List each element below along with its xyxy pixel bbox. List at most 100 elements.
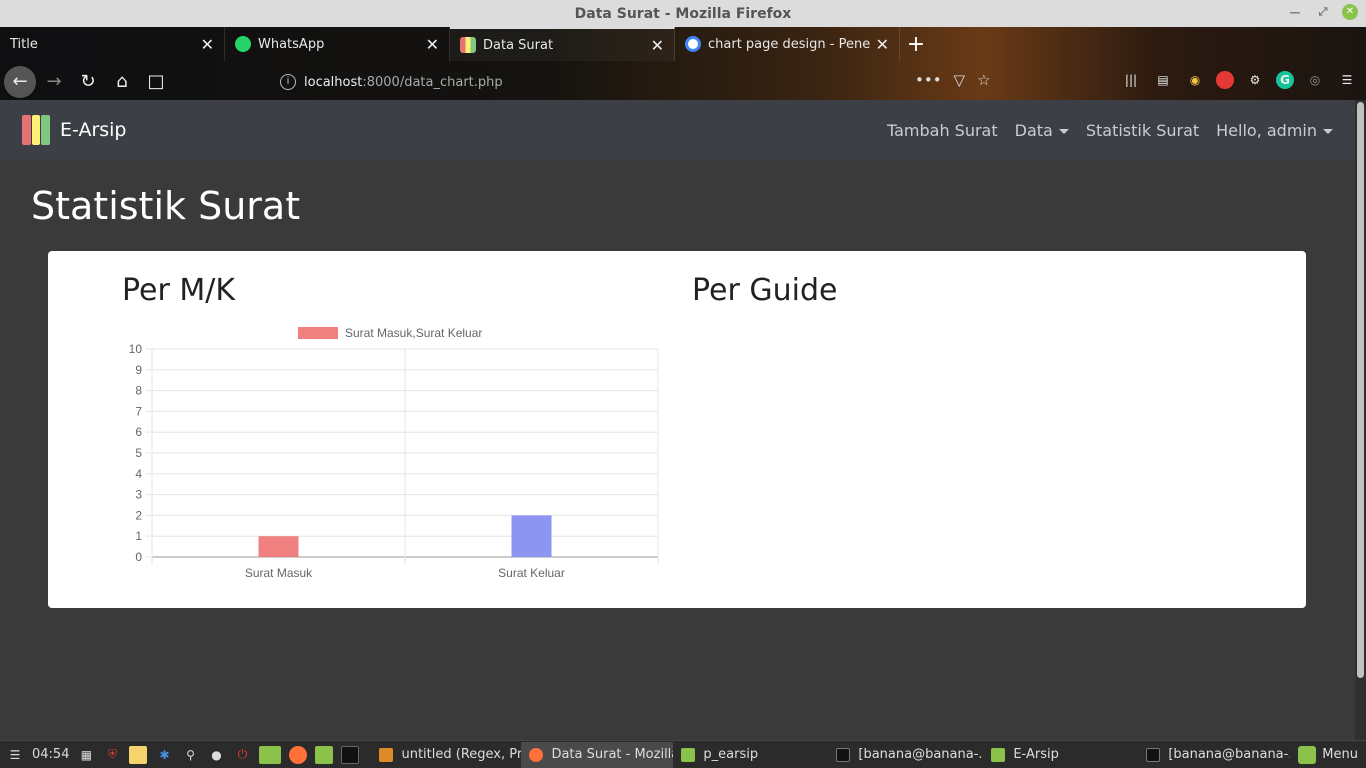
terminal-launcher-icon[interactable] [341, 745, 360, 764]
y-tick-label: 8 [135, 384, 142, 398]
keyboard-icon[interactable]: ▦ [77, 746, 95, 764]
brand-link[interactable]: E-Arsip [60, 119, 127, 141]
binders-logo-icon [22, 115, 51, 145]
nav-toolbar: ← → ↻ ⌂ □ i localhost:8000/data_chart.ph… [0, 63, 1366, 100]
tab-label: Data Surat [483, 37, 554, 53]
legend-label: Surat Masuk,Surat Keluar [345, 326, 482, 340]
clock[interactable]: 04:54 [32, 747, 69, 762]
close-window-icon[interactable]: ✕ [1342, 4, 1358, 20]
reload-button[interactable]: ↻ [72, 66, 104, 98]
tab-close-icon[interactable]: ✕ [201, 35, 214, 54]
sidebar-icon[interactable]: ▤ [1152, 69, 1174, 91]
nav-statistik-surat[interactable]: Statistik Surat [1086, 121, 1199, 140]
new-tab-button[interactable]: + [900, 27, 932, 61]
tab-google-search[interactable]: chart page design - Penelusur ✕ [675, 27, 900, 61]
extension-icons: ||| ▤ ◉ ⚙ G ◎ ☰ [1120, 69, 1358, 91]
tab-title[interactable]: Title ✕ [0, 27, 225, 61]
tab-label: WhatsApp [258, 36, 325, 52]
task-label: E-Arsip [1013, 747, 1059, 762]
nav-tambah-surat[interactable]: Tambah Surat [887, 121, 998, 140]
notes-icon[interactable] [129, 745, 148, 764]
pocket-icon[interactable]: ▽ [954, 71, 966, 89]
extension-cat-icon[interactable]: ◉ [1184, 69, 1206, 91]
tab-data-surat[interactable]: Data Surat ✕ [450, 27, 675, 61]
firefox-icon [529, 747, 544, 762]
window-title: Data Surat - Mozilla Firefox [574, 5, 792, 22]
scrollbar-thumb[interactable] [1357, 102, 1364, 678]
info-icon[interactable]: i [280, 74, 296, 90]
section-title-mk: Per M/K [122, 273, 236, 308]
window-controls: — ⤢ ✕ [1286, 4, 1358, 20]
globe-icon[interactable]: ◎ [1304, 69, 1326, 91]
page-actions-icon[interactable]: ••• [915, 71, 942, 89]
y-tick-label: 4 [135, 467, 142, 481]
show-desktop-icon[interactable] [259, 745, 282, 764]
caret-down-icon [1058, 128, 1069, 134]
wifi-icon[interactable]: ☰ [6, 746, 24, 764]
task-e-arsip[interactable]: E-Arsip [983, 742, 1138, 768]
start-menu-button[interactable]: Menu [1290, 745, 1366, 764]
bookmark-star-icon[interactable]: ☆ [977, 71, 990, 89]
tab-close-icon[interactable]: ✕ [426, 35, 439, 54]
maximize-icon[interactable]: ⤢ [1314, 5, 1332, 19]
y-tick-label: 5 [135, 446, 142, 460]
grammarly-icon[interactable]: G [1276, 71, 1294, 89]
task-firefox[interactable]: Data Surat - Mozilla... [521, 741, 674, 768]
home-button[interactable]: ⌂ [106, 66, 138, 98]
app-navbar: E-Arsip Tambah Surat Data Statistik Sura… [0, 100, 1355, 160]
tab-label: chart page design - Penelusur [708, 36, 870, 52]
nav-user-label: Hello, admin [1216, 120, 1317, 140]
task-label: untitled (Regex, Proj... [401, 747, 522, 762]
nav-data-dropdown[interactable]: Data [1015, 121, 1069, 140]
window-titlebar: Data Surat - Mozilla Firefox — ⤢ ✕ [0, 0, 1366, 27]
task-terminal-2[interactable]: [banana@banana-... [1138, 742, 1290, 768]
tab-close-icon[interactable]: ✕ [651, 36, 664, 55]
url-bar[interactable]: i localhost:8000/data_chart.php [272, 68, 972, 96]
firefox-launcher-icon[interactable] [289, 745, 308, 764]
sublime-icon [379, 747, 394, 762]
bar [511, 515, 552, 557]
system-tray: ☰ 04:54 ▦ ⛨ ✱ ⚲ ● ⏻ [0, 745, 360, 764]
bar [258, 536, 299, 557]
settings-extension-icon[interactable]: ⚙ [1244, 69, 1266, 91]
tab-whatsapp[interactable]: WhatsApp ✕ [225, 27, 450, 61]
files-launcher-icon[interactable] [315, 745, 334, 764]
task-label: Data Surat - Mozilla... [551, 747, 673, 762]
location-icon[interactable]: ⚲ [181, 746, 199, 764]
task-p-earsip[interactable]: p_earsip [673, 742, 828, 768]
bluetooth-icon[interactable]: ✱ [155, 746, 173, 764]
ublock-icon[interactable] [1216, 71, 1234, 89]
nav-user-dropdown[interactable]: Hello, admin [1216, 121, 1333, 140]
menu-label: Menu [1322, 747, 1358, 762]
legend-swatch [298, 327, 338, 339]
library-icon[interactable]: ||| [1120, 69, 1142, 91]
back-button[interactable]: ← [4, 65, 36, 98]
task-terminal-1[interactable]: [banana@banana-... [828, 742, 983, 768]
page-scrollbar[interactable] [1355, 100, 1366, 740]
hamburger-menu-icon[interactable]: ☰ [1336, 69, 1358, 91]
url-actions: ••• ▽ ☆ [915, 71, 991, 89]
y-tick-label: 3 [135, 488, 142, 502]
section-title-guide: Per Guide [692, 273, 838, 308]
user-icon[interactable]: ● [207, 746, 225, 764]
forward-button[interactable]: → [38, 66, 70, 98]
page-title: Statistik Surat [31, 184, 301, 228]
tab-close-icon[interactable]: ✕ [876, 35, 889, 54]
save-page-icon[interactable]: □ [140, 66, 172, 98]
task-sublime[interactable]: untitled (Regex, Proj... [371, 742, 521, 768]
terminal-icon [1146, 747, 1161, 762]
bar-chart: Surat Masuk,Surat Keluar 0 1 2 3 4 5 6 7 8 9 10 Sura… [129, 326, 659, 580]
whatsapp-icon [235, 36, 251, 52]
tab-strip: Title ✕ WhatsApp ✕ Data Surat ✕ chart pa… [0, 27, 932, 61]
power-icon[interactable]: ⏻ [233, 746, 251, 764]
binders-icon [460, 37, 476, 53]
mint-logo-icon [1298, 745, 1317, 764]
browser-chrome: Title ✕ WhatsApp ✕ Data Surat ✕ chart pa… [0, 27, 1366, 100]
folder-icon [681, 747, 696, 762]
url-path: :8000/data_chart.php [362, 74, 503, 90]
x-tick-label: Surat Masuk [245, 566, 313, 580]
google-icon [685, 36, 701, 52]
task-label: p_earsip [703, 747, 759, 762]
minimize-icon[interactable]: — [1286, 6, 1304, 19]
shield-icon[interactable]: ⛨ [103, 746, 121, 764]
